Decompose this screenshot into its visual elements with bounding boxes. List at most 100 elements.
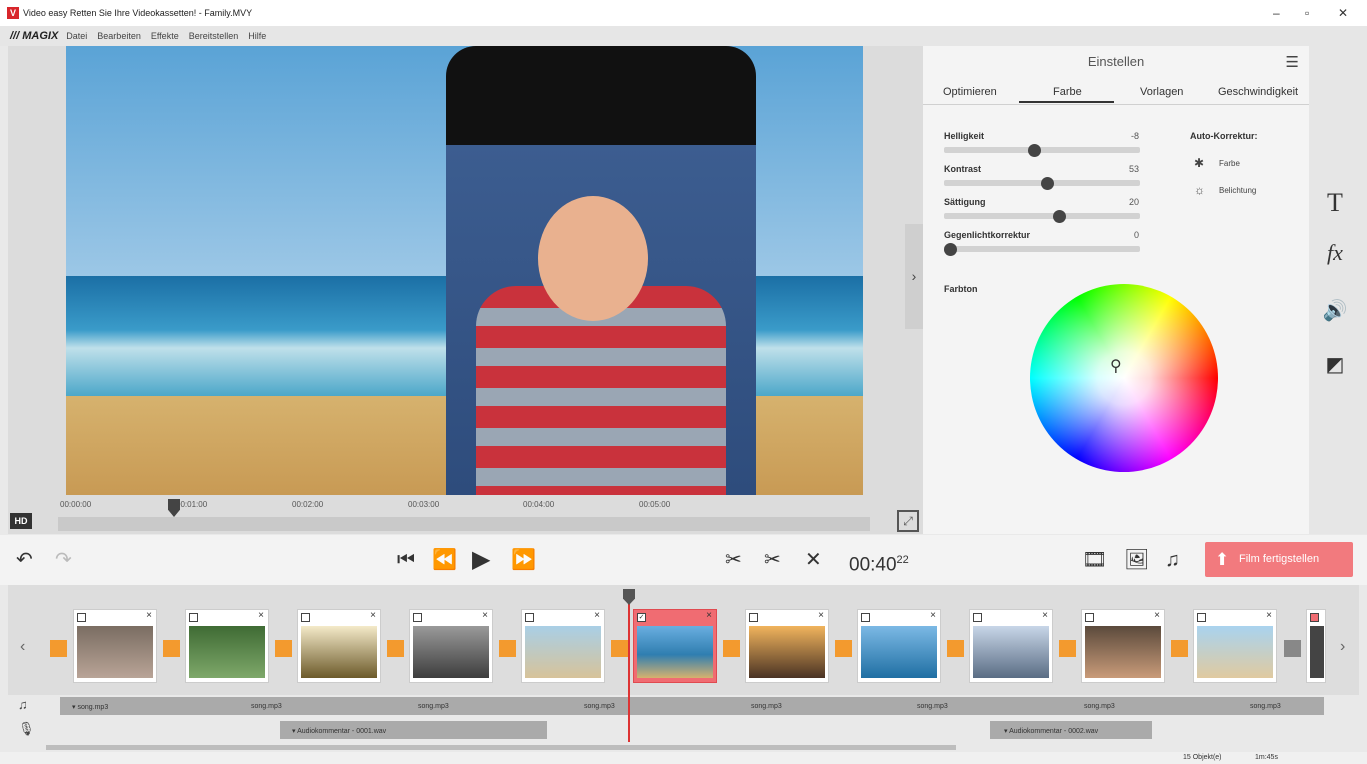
transition-icon[interactable] [723, 640, 740, 657]
transition-icon[interactable] [163, 640, 180, 657]
transition-icon[interactable] [50, 640, 67, 657]
contrast-icon[interactable]: ◩ [1318, 352, 1352, 377]
auto-color-button[interactable]: Farbe [1219, 159, 1240, 168]
slider-gegenlicht[interactable] [944, 246, 1140, 252]
skip-to-start-icon[interactable]: ⏮ [397, 535, 415, 585]
close-button[interactable]: ✕ [1338, 6, 1348, 20]
menu-bearbeiten[interactable]: Bearbeiten [97, 31, 141, 41]
scroll-left-icon[interactable]: ‹ [20, 638, 25, 656]
tab-vorlagen[interactable]: Vorlagen [1140, 86, 1183, 98]
clip-remove-icon[interactable]: × [482, 610, 488, 621]
clip-remove-icon[interactable]: × [706, 610, 712, 621]
transition-icon[interactable] [387, 640, 404, 657]
fast-forward-icon[interactable]: ⏩ [511, 535, 536, 585]
clip-partial[interactable] [1306, 609, 1326, 683]
panel-collapse-chevron-icon[interactable]: › [905, 224, 923, 329]
cut-icon[interactable]: ✂ [764, 535, 781, 585]
clip[interactable]: × [297, 609, 381, 683]
clip-checkbox[interactable] [749, 613, 758, 622]
clip-remove-icon[interactable]: × [258, 610, 264, 621]
clip-checkbox[interactable] [189, 613, 198, 622]
horizontal-scrollbar[interactable] [46, 745, 956, 750]
clip-remove-icon[interactable]: × [146, 610, 152, 621]
add-music-icon[interactable]: ♫ [1165, 535, 1180, 585]
clip-remove-icon[interactable]: × [594, 610, 600, 621]
clip-checkbox[interactable] [413, 613, 422, 622]
play-icon[interactable]: ▶ [472, 535, 490, 585]
hue-color-wheel[interactable]: ⚲ [1030, 284, 1218, 472]
tab-geschwindigkeit[interactable]: Geschwindigkeit [1218, 86, 1298, 98]
slider-helligkeit[interactable] [944, 147, 1140, 153]
slider-knob[interactable] [1028, 144, 1041, 157]
slider-knob[interactable] [1041, 177, 1054, 190]
transition-icon[interactable] [835, 640, 852, 657]
menu-effekte[interactable]: Effekte [151, 31, 179, 41]
clip-remove-icon[interactable]: × [818, 610, 824, 621]
clip-remove-icon[interactable]: × [1042, 610, 1048, 621]
clip[interactable]: × [1193, 609, 1277, 683]
rewind-icon[interactable]: ⏪ [432, 535, 457, 585]
audio-icon[interactable]: 🔊 [1318, 298, 1352, 323]
clip-thumbnail [1197, 626, 1273, 678]
fullscreen-icon[interactable]: ⤢ [897, 510, 919, 532]
fx-icon[interactable]: fx [1318, 240, 1352, 266]
auto-exposure-icon[interactable]: ☼ [1194, 183, 1205, 197]
clip-remove-icon[interactable]: × [370, 610, 376, 621]
minimize-button[interactable]: – [1273, 6, 1280, 20]
auto-color-icon[interactable]: ✱ [1194, 156, 1204, 170]
clip[interactable]: × [185, 609, 269, 683]
tab-farbe[interactable]: Farbe [1053, 86, 1082, 98]
clip-checkbox[interactable] [1085, 613, 1094, 622]
clip-checkbox[interactable] [973, 613, 982, 622]
add-photo-icon[interactable]: 🖼 [1124, 535, 1149, 585]
clip-checkbox[interactable]: ✓ [637, 613, 646, 622]
delete-icon[interactable]: ✕ [805, 535, 822, 585]
hamburger-menu-icon[interactable]: ☰ [1286, 53, 1299, 71]
clip[interactable]: × [73, 609, 157, 683]
transition-icon[interactable] [611, 640, 628, 657]
clip-checkbox[interactable] [77, 613, 86, 622]
transition-icon[interactable] [1284, 640, 1301, 657]
clip-remove-icon[interactable]: × [930, 610, 936, 621]
clip[interactable]: × [857, 609, 941, 683]
video-preview[interactable] [66, 46, 863, 495]
clip[interactable]: × [969, 609, 1053, 683]
clip-checkbox[interactable] [861, 613, 870, 622]
clip[interactable]: × [745, 609, 829, 683]
clip-selected[interactable]: ✓ × [633, 609, 717, 683]
trim-icon[interactable]: ✂ [725, 535, 742, 585]
scroll-right-icon[interactable]: › [1340, 638, 1345, 656]
clip-remove-icon[interactable]: × [1154, 610, 1160, 621]
transition-icon[interactable] [499, 640, 516, 657]
hd-badge[interactable]: HD [10, 513, 32, 529]
undo-icon[interactable]: ↶ [16, 535, 33, 585]
transition-icon[interactable] [275, 640, 292, 657]
slider-knob[interactable] [1053, 210, 1066, 223]
maximize-button[interactable]: ▫ [1305, 6, 1309, 20]
redo-icon[interactable]: ↷ [55, 535, 72, 585]
add-video-icon[interactable]: 🎞 [1082, 535, 1107, 585]
clip[interactable]: × [521, 609, 605, 683]
color-picker-icon[interactable]: ⚲ [1110, 356, 1122, 376]
text-icon[interactable]: T [1318, 188, 1352, 218]
clip-checkbox[interactable] [1310, 613, 1319, 622]
transition-icon[interactable] [947, 640, 964, 657]
finish-movie-button[interactable]: ⬆ Film fertigstellen [1205, 542, 1353, 577]
transition-icon[interactable] [1059, 640, 1076, 657]
clip[interactable]: × [409, 609, 493, 683]
clip-remove-icon[interactable]: × [1266, 610, 1272, 621]
clip-checkbox[interactable] [525, 613, 534, 622]
music-track[interactable] [60, 697, 1324, 715]
clip[interactable]: × [1081, 609, 1165, 683]
tab-optimieren[interactable]: Optimieren [943, 86, 997, 98]
transition-icon[interactable] [1171, 640, 1188, 657]
menu-hilfe[interactable]: Hilfe [248, 31, 266, 41]
menu-bereitstellen[interactable]: Bereitstellen [189, 31, 239, 41]
menu-datei[interactable]: Datei [66, 31, 87, 41]
clip-checkbox[interactable] [301, 613, 310, 622]
slider-saettigung[interactable] [944, 213, 1140, 219]
slider-knob[interactable] [944, 243, 957, 256]
clip-checkbox[interactable] [1197, 613, 1206, 622]
auto-exposure-button[interactable]: Belichtung [1219, 186, 1256, 195]
preview-scrub-track[interactable] [58, 517, 870, 531]
